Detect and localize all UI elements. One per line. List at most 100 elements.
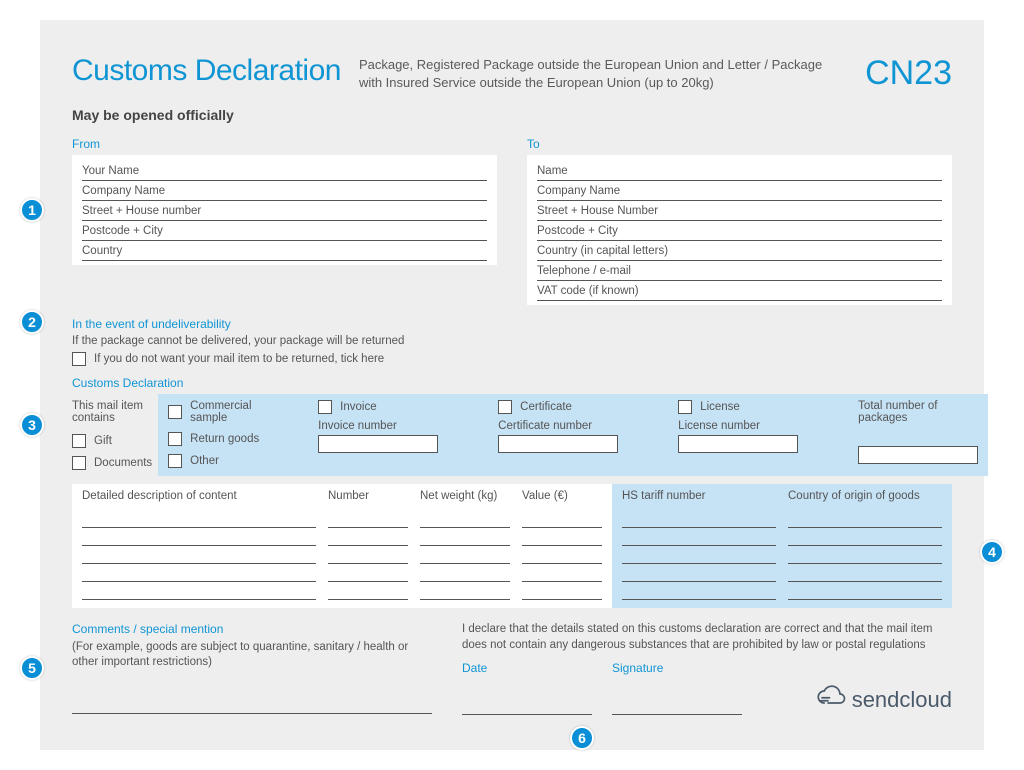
weight-input[interactable] bbox=[420, 546, 510, 564]
header: Customs Declaration Package, Registered … bbox=[72, 54, 952, 93]
gift-label: Gift bbox=[94, 435, 112, 447]
weight-input[interactable] bbox=[420, 564, 510, 582]
date-label: Date bbox=[462, 661, 592, 675]
date-input[interactable] bbox=[462, 695, 592, 715]
certificate-no-label: Certificate number bbox=[498, 420, 648, 432]
from-label: From bbox=[72, 137, 497, 151]
documents-label: Documents bbox=[94, 457, 152, 469]
number-input[interactable] bbox=[328, 510, 408, 528]
to-street-field[interactable]: Street + House Number bbox=[537, 201, 942, 221]
to-vat-field[interactable]: VAT code (if known) bbox=[537, 281, 942, 301]
value-input[interactable] bbox=[522, 510, 602, 528]
commercial-label: Commercial sample bbox=[190, 400, 288, 424]
commercial-checkbox[interactable] bbox=[168, 405, 182, 419]
declare-text: I declare that the details stated on thi… bbox=[462, 622, 952, 653]
weight-input[interactable] bbox=[420, 510, 510, 528]
number-input[interactable] bbox=[328, 564, 408, 582]
customs-form: Customs Declaration Package, Registered … bbox=[40, 20, 984, 750]
hs-input[interactable] bbox=[622, 582, 776, 600]
value-input[interactable] bbox=[522, 564, 602, 582]
declaration-label: Customs Declaration bbox=[72, 376, 952, 390]
certificate-no-input[interactable] bbox=[498, 435, 618, 453]
annotation-badge-2: 2 bbox=[20, 310, 44, 334]
comments-label: Comments / special mention bbox=[72, 622, 432, 636]
hs-input[interactable] bbox=[622, 564, 776, 582]
undeliverability-section: In the event of undeliverability If the … bbox=[72, 317, 952, 366]
value-input[interactable] bbox=[522, 528, 602, 546]
col-hs: HS tariff number bbox=[622, 490, 776, 504]
value-input[interactable] bbox=[522, 546, 602, 564]
col-description: Detailed description of content bbox=[82, 490, 316, 504]
invoice-checkbox[interactable] bbox=[318, 400, 332, 414]
origin-input[interactable] bbox=[788, 510, 942, 528]
signature-label: Signature bbox=[612, 661, 742, 675]
number-input[interactable] bbox=[328, 582, 408, 600]
desc-input[interactable] bbox=[82, 528, 316, 546]
weight-input[interactable] bbox=[420, 528, 510, 546]
annotation-badge-5: 5 bbox=[20, 656, 44, 680]
origin-input[interactable] bbox=[788, 546, 942, 564]
comments-input[interactable] bbox=[72, 694, 432, 714]
bottom-section: Comments / special mention (For example,… bbox=[72, 622, 952, 715]
page-subtitle: Package, Registered Package outside the … bbox=[359, 54, 847, 91]
sendcloud-logo: sendcloud bbox=[816, 685, 952, 715]
origin-input[interactable] bbox=[788, 528, 942, 546]
documents-checkbox[interactable] bbox=[72, 456, 86, 470]
comments-hint: (For example, goods are subject to quara… bbox=[72, 640, 432, 670]
no-return-row: If you do not want your mail item to be … bbox=[72, 352, 952, 366]
from-box: Your Name Company Name Street + House nu… bbox=[72, 155, 497, 265]
hs-input[interactable] bbox=[622, 528, 776, 546]
desc-input[interactable] bbox=[82, 564, 316, 582]
invoice-no-input[interactable] bbox=[318, 435, 438, 453]
page-title: Customs Declaration bbox=[72, 54, 341, 88]
origin-input[interactable] bbox=[788, 564, 942, 582]
comments-section: Comments / special mention (For example,… bbox=[72, 622, 432, 715]
from-street-field[interactable]: Street + House number bbox=[82, 201, 487, 221]
hs-input[interactable] bbox=[622, 546, 776, 564]
license-no-input[interactable] bbox=[678, 435, 798, 453]
to-postcode-field[interactable]: Postcode + City bbox=[537, 221, 942, 241]
address-section: From Your Name Company Name Street + Hou… bbox=[72, 137, 952, 305]
no-return-checkbox[interactable] bbox=[72, 352, 86, 366]
number-input[interactable] bbox=[328, 546, 408, 564]
from-company-field[interactable]: Company Name bbox=[82, 181, 487, 201]
col-value: Value (€) bbox=[522, 490, 602, 504]
license-checkbox[interactable] bbox=[678, 400, 692, 414]
to-company-field[interactable]: Company Name bbox=[537, 181, 942, 201]
from-column: From Your Name Company Name Street + Hou… bbox=[72, 137, 497, 305]
logo-text: sendcloud bbox=[852, 687, 952, 713]
license-label: License bbox=[700, 401, 740, 413]
total-packages-input[interactable] bbox=[858, 446, 978, 464]
to-label: To bbox=[527, 137, 952, 151]
desc-input[interactable] bbox=[82, 546, 316, 564]
to-phone-field[interactable]: Telephone / e-mail bbox=[537, 261, 942, 281]
other-checkbox[interactable] bbox=[168, 454, 182, 468]
value-input[interactable] bbox=[522, 582, 602, 600]
to-country-field[interactable]: Country (in capital letters) bbox=[537, 241, 942, 261]
desc-input[interactable] bbox=[82, 582, 316, 600]
from-name-field[interactable]: Your Name bbox=[82, 161, 487, 181]
signature-input[interactable] bbox=[612, 695, 742, 715]
annotation-badge-1: 1 bbox=[20, 198, 44, 222]
annotation-badge-6: 6 bbox=[570, 726, 594, 750]
from-country-field[interactable]: Country bbox=[82, 241, 487, 261]
to-box: Name Company Name Street + House Number … bbox=[527, 155, 952, 305]
desc-input[interactable] bbox=[82, 510, 316, 528]
form-code: CN23 bbox=[865, 54, 952, 93]
weight-input[interactable] bbox=[420, 582, 510, 600]
to-column: To Name Company Name Street + House Numb… bbox=[527, 137, 952, 305]
open-officially-note: May be opened officially bbox=[72, 107, 952, 123]
certificate-checkbox[interactable] bbox=[498, 400, 512, 414]
return-checkbox[interactable] bbox=[168, 432, 182, 446]
annotation-badge-4: 4 bbox=[980, 540, 1004, 564]
origin-input[interactable] bbox=[788, 582, 942, 600]
col-number: Number bbox=[328, 490, 408, 504]
col-weight: Net weight (kg) bbox=[420, 490, 510, 504]
contains-blue: Commercial sample Return goods Other Inv… bbox=[158, 394, 988, 476]
to-name-field[interactable]: Name bbox=[537, 161, 942, 181]
gift-checkbox[interactable] bbox=[72, 434, 86, 448]
from-postcode-field[interactable]: Postcode + City bbox=[82, 221, 487, 241]
contains-label: This mail item contains bbox=[72, 400, 152, 424]
hs-input[interactable] bbox=[622, 510, 776, 528]
number-input[interactable] bbox=[328, 528, 408, 546]
